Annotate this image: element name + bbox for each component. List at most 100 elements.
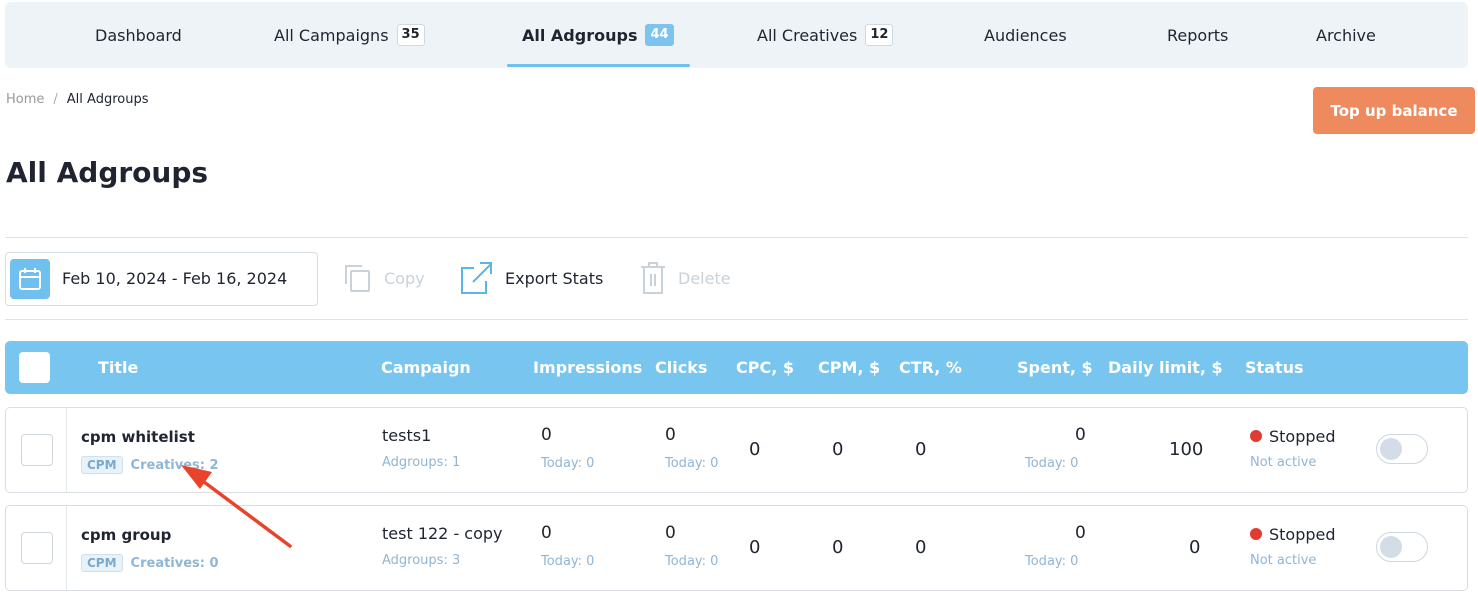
export-icon (460, 261, 493, 295)
trash-icon (640, 261, 666, 295)
cpm-value: 0 (832, 439, 844, 460)
spent-value: 0 (1075, 523, 1086, 543)
toggle-knob (1380, 536, 1402, 558)
toggle-knob (1380, 438, 1402, 460)
copy-button[interactable]: Copy (342, 260, 425, 296)
export-stats-button[interactable]: Export Stats (460, 260, 603, 296)
pricing-tag: CPM (81, 554, 123, 572)
date-range-picker[interactable]: Feb 10, 2024 - Feb 16, 2024 (5, 252, 318, 306)
impressions-today: Today: 0 (541, 456, 595, 471)
impressions-today: Today: 0 (541, 554, 595, 569)
column-header-cpc[interactable]: CPC, $ (736, 341, 794, 394)
nav-tab-label: All Adgroups (522, 25, 638, 45)
adgroup-title-link[interactable]: cpm group (81, 526, 171, 544)
nav-tab-reports[interactable]: Reports (1167, 2, 1228, 68)
nav-tab-all-creatives[interactable]: All Creatives 12 (757, 2, 894, 68)
creatives-count-link[interactable]: Creatives: 2 (131, 458, 219, 473)
impressions-value: 0 (541, 523, 552, 543)
nav-tab-dashboard[interactable]: Dashboard (95, 2, 182, 68)
calendar-icon (10, 259, 50, 299)
status-dot (1250, 430, 1262, 442)
adgroup-title-link[interactable]: cpm whitelist (81, 428, 195, 446)
adgroups-count: Adgroups: 3 (382, 553, 461, 568)
date-range-value: Feb 10, 2024 - Feb 16, 2024 (62, 269, 288, 288)
delete-button[interactable]: Delete (640, 260, 731, 296)
row-divider (66, 506, 67, 590)
table-row[interactable]: cpm group CPM Creatives: 0 test 122 - cop… (5, 505, 1468, 591)
column-header-title[interactable]: Title (98, 341, 138, 394)
copy-label: Copy (384, 268, 425, 288)
clicks-value: 0 (665, 425, 676, 445)
breadcrumb-home-link[interactable]: Home (6, 92, 44, 107)
row-divider (66, 408, 67, 492)
nav-tab-label: All Campaigns (274, 25, 389, 45)
column-header-ctr[interactable]: CTR, % (899, 341, 962, 394)
column-header-daily-limit[interactable]: Daily limit, $ (1108, 341, 1223, 394)
ctr-value: 0 (915, 537, 927, 558)
active-toggle[interactable] (1376, 532, 1428, 562)
nav-tab-label: Audiences (984, 25, 1067, 45)
breadcrumb-separator: / (53, 92, 58, 107)
clicks-today: Today: 0 (665, 456, 719, 471)
copy-icon (342, 262, 372, 294)
nav-tab-archive[interactable]: Archive (1316, 2, 1376, 68)
nav-tab-label: Reports (1167, 25, 1229, 45)
active-toggle[interactable] (1376, 434, 1428, 464)
status-text: Stopped (1269, 427, 1336, 446)
cpc-value: 0 (749, 439, 761, 460)
top-up-balance-button[interactable]: Top up balance (1313, 87, 1475, 134)
nav-tab-label: All Creatives (757, 25, 858, 45)
divider (5, 319, 1468, 320)
clicks-today: Today: 0 (665, 554, 719, 569)
pricing-tag: CPM (81, 456, 123, 474)
adgroup-meta: CPM Creatives: 2 (81, 454, 219, 474)
cpc-value: 0 (749, 537, 761, 558)
status-sub: Not active (1250, 455, 1317, 470)
row-checkbox[interactable] (21, 434, 53, 466)
nav-tab-all-adgroups[interactable]: All Adgroups 44 (522, 2, 674, 68)
creatives-count-link[interactable]: Creatives: 0 (131, 556, 219, 571)
adgroup-meta: CPM Creatives: 0 (81, 552, 219, 572)
nav-tab-all-campaigns[interactable]: All Campaigns 35 (274, 2, 425, 68)
campaign-name-link[interactable]: test 122 - copy (382, 524, 503, 543)
delete-label: Delete (678, 268, 731, 288)
divider (5, 237, 1468, 238)
column-header-spent[interactable]: Spent, $ (1017, 341, 1093, 394)
campaign-name-link[interactable]: tests1 (382, 426, 431, 445)
cpm-value: 0 (832, 537, 844, 558)
breadcrumb-current: All Adgroups (66, 92, 149, 107)
spent-today: Today: 0 (1025, 554, 1079, 569)
count-badge: 35 (396, 24, 425, 46)
adgroups-count: Adgroups: 1 (382, 455, 461, 470)
column-header-clicks[interactable]: Clicks (655, 341, 707, 394)
nav-tab-audiences[interactable]: Audiences (984, 2, 1067, 68)
spent-today: Today: 0 (1025, 456, 1079, 471)
column-header-status[interactable]: Status (1245, 341, 1304, 394)
status: Stopped (1250, 525, 1336, 544)
spent-value: 0 (1075, 425, 1086, 445)
status-dot (1250, 528, 1262, 540)
status-text: Stopped (1269, 525, 1336, 544)
export-stats-label: Export Stats (505, 268, 604, 288)
column-header-campaign[interactable]: Campaign (381, 341, 471, 394)
select-all-checkbox[interactable] (19, 352, 50, 383)
column-header-impressions[interactable]: Impressions (533, 341, 642, 394)
table-header: Title Campaign Impressions Clicks CPC, $… (5, 341, 1468, 394)
clicks-value: 0 (665, 523, 676, 543)
row-checkbox[interactable] (21, 532, 53, 564)
nav-tab-label: Dashboard (95, 25, 182, 45)
impressions-value: 0 (541, 425, 552, 445)
table-row[interactable]: cpm whitelist CPM Creatives: 2 tests1 Adg… (5, 407, 1468, 493)
status-sub: Not active (1250, 553, 1317, 568)
nav-tab-label: Archive (1316, 25, 1376, 45)
daily-limit-value: 100 (1169, 439, 1204, 460)
count-badge: 12 (865, 24, 894, 46)
top-navigation: Dashboard All Campaigns 35 All Adgroups … (5, 2, 1468, 68)
count-badge: 44 (645, 24, 674, 46)
daily-limit-value: 0 (1189, 537, 1201, 558)
page-title: All Adgroups (6, 156, 209, 189)
active-tab-indicator (507, 64, 690, 67)
status: Stopped (1250, 427, 1336, 446)
column-header-cpm[interactable]: CPM, $ (818, 341, 880, 394)
breadcrumb: Home / All Adgroups (6, 92, 148, 107)
